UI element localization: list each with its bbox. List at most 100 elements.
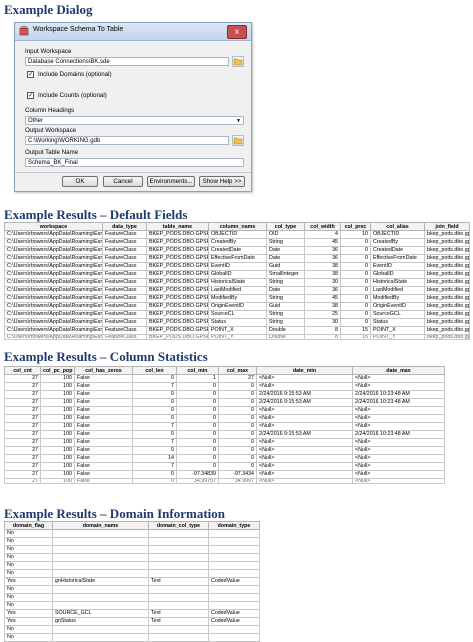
close-button[interactable]: x bbox=[227, 25, 247, 39]
table-cell bbox=[208, 625, 260, 634]
include-domains-checkbox[interactable]: ✓ bbox=[27, 71, 34, 78]
output-workspace-label: Output Workspace bbox=[25, 127, 77, 134]
table-cell: OBJECTID bbox=[208, 230, 267, 239]
browse-folder-icon[interactable] bbox=[232, 56, 244, 67]
table-cell: No bbox=[4, 553, 53, 562]
output-workspace-field[interactable]: C:\Working\WORKING.gdb bbox=[25, 136, 229, 145]
table-cell bbox=[208, 529, 260, 538]
table-cell: Yes bbox=[4, 577, 53, 586]
table-cell: <Null> bbox=[256, 374, 353, 383]
table-row: 27 100 False 7 0 0 <Null> <Null> bbox=[4, 462, 445, 471]
column-headings-dropdown[interactable]: Other ▼ bbox=[25, 116, 244, 125]
table-cell: 0 bbox=[340, 278, 371, 287]
table-cell: <Null> bbox=[256, 470, 353, 479]
table-row: Yes gnHistoricalState Text CodedValue bbox=[4, 577, 260, 586]
table-cell: C:\Users\rbowers\AppData\Roaming\Esri\ bbox=[4, 310, 103, 319]
table-row: No bbox=[4, 529, 260, 538]
table-row: No bbox=[4, 553, 260, 562]
column-header: col_len bbox=[132, 366, 177, 375]
table-cell: 0 bbox=[176, 430, 219, 439]
table-cell: C:\Users\rbowers\AppData\Roaming\Esri\ bbox=[4, 278, 103, 287]
table-row: C:\Users\rbowers\AppData\Roaming\Esri\ Fe… bbox=[4, 294, 470, 303]
table-cell: FeatureClass bbox=[102, 294, 147, 303]
table-cell: GlobalID bbox=[370, 270, 425, 279]
table-cell: BKEP_PODS.DBO.GPSPoint bbox=[146, 254, 209, 263]
environments-button[interactable]: Environments... bbox=[147, 176, 195, 187]
table-cell bbox=[148, 545, 209, 554]
table-cell: 0 bbox=[340, 302, 371, 311]
table-cell: False bbox=[74, 398, 133, 407]
table-cell: False bbox=[74, 446, 133, 455]
table-cell: <Null> bbox=[256, 446, 353, 455]
table-cell: Guid bbox=[266, 302, 305, 311]
table-cell: 0 bbox=[176, 390, 219, 399]
table-cell: 0 bbox=[176, 438, 219, 447]
table-cell: 27 bbox=[4, 446, 41, 455]
table-cell: 0 bbox=[218, 406, 257, 415]
table-row: C:\Users\rbowers\AppData\Roaming\Esri\ Fe… bbox=[4, 230, 470, 239]
table-cell: 27 bbox=[4, 438, 41, 447]
table-cell: <Null> bbox=[352, 406, 445, 415]
dialog-titlebar: Workspace Schema To Table x bbox=[15, 23, 251, 41]
default-fields-table: workspace data_type table_name column_name c… bbox=[4, 222, 470, 340]
table-cell bbox=[208, 545, 260, 554]
table-cell: 100 bbox=[40, 430, 75, 439]
table-cell: 100 bbox=[40, 414, 75, 423]
table-cell: bkep_pods.dbo.gpspoint_createddate bbox=[424, 246, 470, 255]
table-cell: HistoricalState bbox=[370, 278, 425, 287]
column-statistics-table: col_cnt col_pc_pop col_has_zeros col_len col… bbox=[4, 366, 445, 484]
table-cell: 0 bbox=[176, 462, 219, 471]
table-cell: 8 bbox=[304, 334, 341, 340]
browse-folder-icon[interactable] bbox=[232, 135, 244, 146]
table-row: C:\Users\rbowers\AppData\Roaming\Esri\ Fe… bbox=[4, 326, 470, 335]
table-cell: 0 bbox=[132, 374, 177, 383]
table-cell bbox=[148, 569, 209, 578]
table-cell: False bbox=[74, 470, 133, 479]
table-row: C:\Users\rbowers\AppData\Roaming\Esri\ Fe… bbox=[4, 262, 470, 271]
include-domains-label: Include Domains (optional) bbox=[38, 71, 112, 78]
input-workspace-field[interactable]: Database Connections\BK.sde bbox=[25, 57, 229, 66]
table-cell: String bbox=[266, 238, 305, 247]
table-cell: 0 bbox=[132, 478, 177, 484]
table-cell: 0 bbox=[218, 422, 257, 431]
table-header-row: col_cnt col_pc_pop col_has_zeros col_len col… bbox=[4, 366, 445, 375]
table-row: C:\Users\rbowers\AppData\Roaming\Esri\ Fe… bbox=[4, 302, 470, 311]
table-cell: <Null> bbox=[256, 406, 353, 415]
table-row: C:\Users\rbowers\AppData\Roaming\Esri\ Fe… bbox=[4, 310, 470, 319]
table-cell: 36 bbox=[304, 254, 341, 263]
table-cell: Date bbox=[266, 254, 305, 263]
table-cell: <Null> bbox=[352, 454, 445, 463]
table-cell: 2/24/2016 10:23:48 AM bbox=[352, 390, 445, 399]
include-counts-checkbox[interactable]: ✓ bbox=[27, 92, 34, 99]
table-row: 27 100 False 0 0 0 2/24/2016 9:15:53 AM 2/24/20… bbox=[4, 390, 445, 399]
table-cell: 0 bbox=[132, 470, 177, 479]
table-cell: 0 bbox=[176, 398, 219, 407]
table-cell: <Null> bbox=[256, 382, 353, 391]
table-cell: gnStatus bbox=[52, 617, 149, 626]
table-cell: 0 bbox=[176, 406, 219, 415]
table-cell: 0 bbox=[340, 286, 371, 295]
output-table-field[interactable]: Schema_BK_Final bbox=[25, 158, 244, 167]
table-cell: BKEP_PODS.DBO.GPSPoint bbox=[146, 278, 209, 287]
table-cell: CreatedBy bbox=[370, 238, 425, 247]
table-cell: 0 bbox=[176, 454, 219, 463]
table-cell: POINT_Y bbox=[208, 334, 267, 340]
table-cell: 27 bbox=[4, 422, 41, 431]
table-cell: 0 bbox=[132, 446, 177, 455]
table-cell: 0 bbox=[218, 382, 257, 391]
table-cell bbox=[208, 593, 260, 602]
table-cell: BKEP_PODS.DBO.GPSPoint bbox=[146, 270, 209, 279]
table-cell: C:\Users\rbowers\AppData\Roaming\Esri\ bbox=[4, 294, 103, 303]
cancel-button[interactable]: Cancel bbox=[103, 176, 143, 187]
column-header: date_min bbox=[256, 366, 353, 375]
table-cell: 27 bbox=[4, 478, 41, 484]
table-cell: 34.9997 bbox=[218, 478, 257, 484]
show-help-button[interactable]: Show Help >> bbox=[199, 176, 245, 187]
table-cell: No bbox=[4, 561, 53, 570]
ok-button[interactable]: OK bbox=[62, 176, 98, 187]
table-cell: LastModified bbox=[208, 286, 267, 295]
table-cell: 36 bbox=[304, 246, 341, 255]
table-cell: 100 bbox=[40, 374, 75, 383]
table-cell: CreatedDate bbox=[370, 246, 425, 255]
table-cell: 8 bbox=[304, 326, 341, 335]
